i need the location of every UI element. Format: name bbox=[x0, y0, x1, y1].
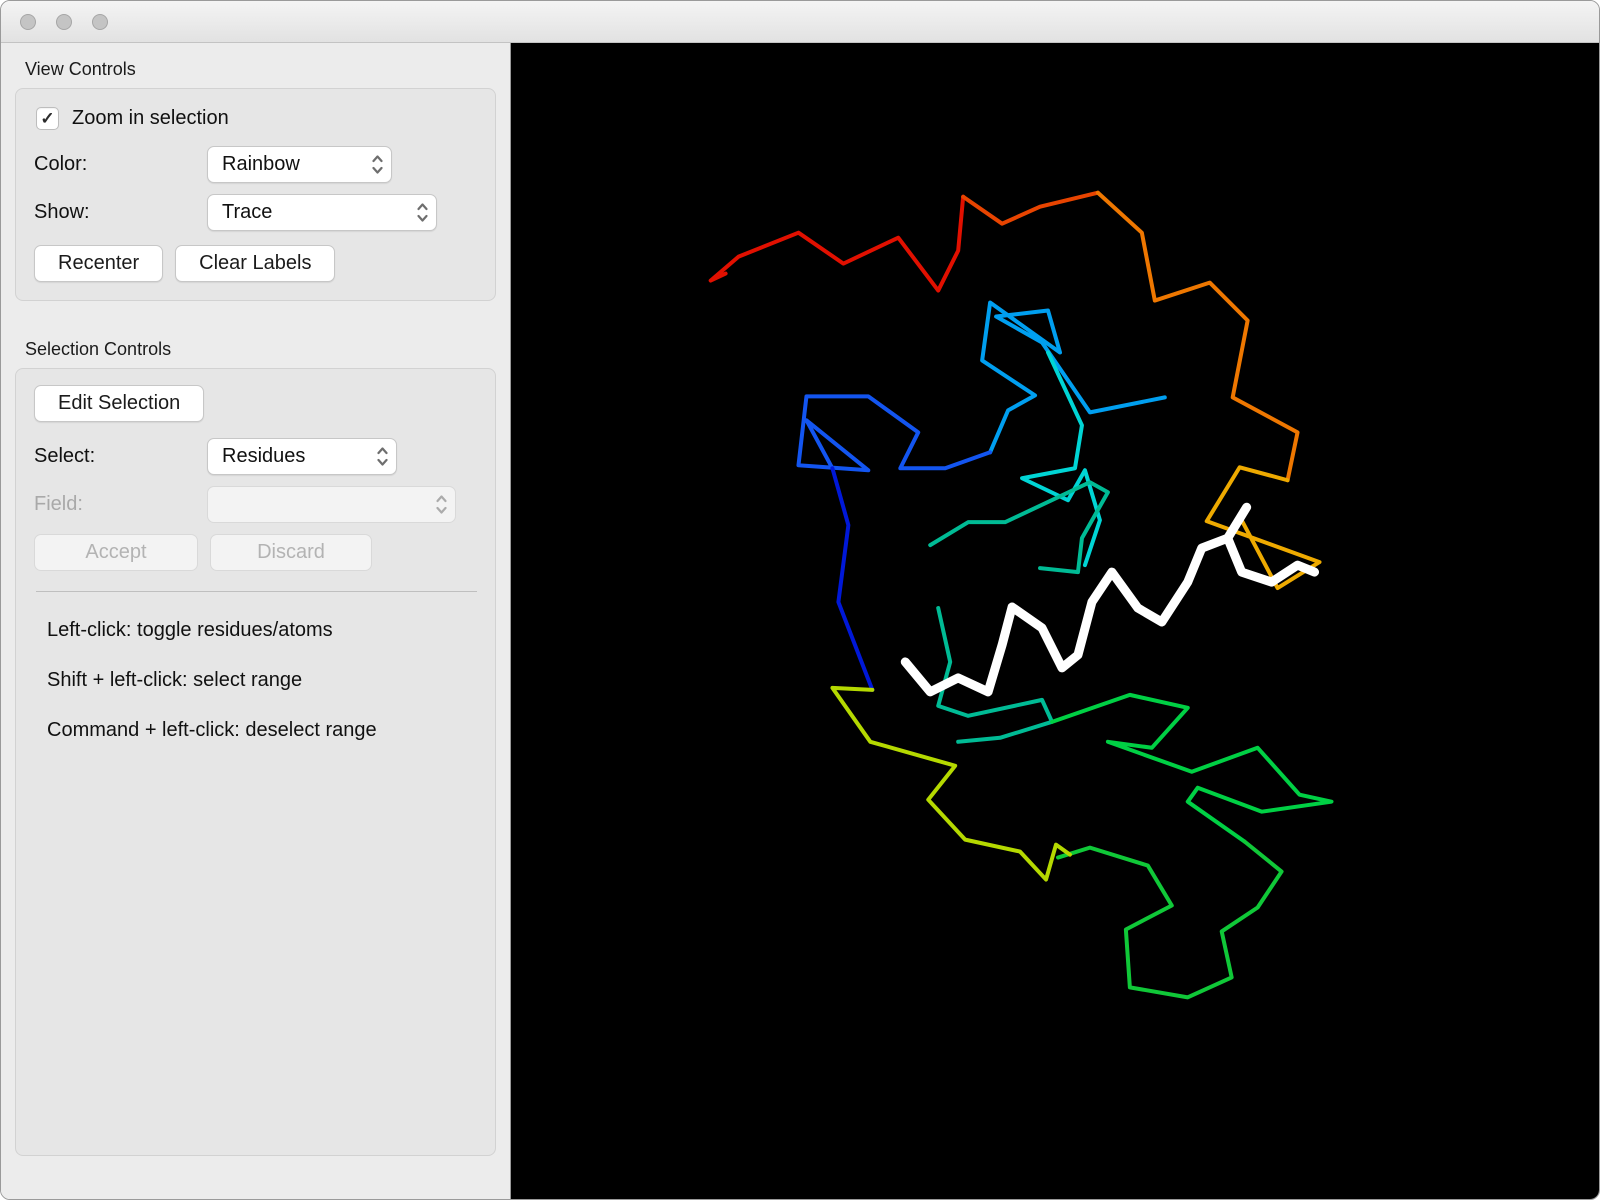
chevron-updown-icon bbox=[370, 152, 385, 177]
sidebar: View Controls ✓ Zoom in selection Color:… bbox=[1, 43, 511, 1199]
trace-segment-red-orange bbox=[961, 190, 1100, 226]
protein-trace bbox=[708, 190, 1334, 1000]
chevron-updown-icon bbox=[434, 492, 449, 517]
zoom-in-selection-checkbox[interactable]: ✓ Zoom in selection bbox=[36, 107, 479, 130]
select-dropdown-value: Residues bbox=[222, 445, 306, 467]
trace-segment-orange bbox=[1095, 190, 1300, 483]
trace-segment-blue bbox=[796, 394, 993, 473]
show-label: Show: bbox=[34, 201, 90, 223]
edit-selection-button[interactable]: Edit Selection bbox=[34, 385, 205, 422]
selection-controls-title: Selection Controls bbox=[25, 339, 172, 359]
divider bbox=[36, 591, 477, 592]
minimize-button[interactable] bbox=[56, 13, 72, 30]
trace-segment-cyan bbox=[1020, 350, 1102, 568]
view-buttons-row: Recenter Clear Labels bbox=[34, 245, 479, 282]
color-dropdown-value: Rainbow bbox=[222, 153, 300, 175]
checkbox-check-icon: ✓ bbox=[36, 107, 59, 130]
app-window: View Controls ✓ Zoom in selection Color:… bbox=[0, 0, 1600, 1200]
select-row: Select: Residues bbox=[34, 438, 479, 475]
color-row: Color: Rainbow bbox=[34, 146, 479, 183]
help-line-command-click: Command + left-click: deselect range bbox=[47, 719, 377, 741]
help-line-left-click: Left-click: toggle residues/atoms bbox=[47, 619, 333, 641]
title-bar bbox=[1, 1, 1599, 43]
accept-button: Accept bbox=[34, 534, 198, 571]
zoom-button[interactable] bbox=[92, 13, 108, 30]
window-content: View Controls ✓ Zoom in selection Color:… bbox=[1, 43, 1599, 1199]
field-row: Field: bbox=[34, 486, 479, 523]
field-dropdown bbox=[207, 486, 456, 523]
trace-segment-teal-upper bbox=[928, 480, 1110, 575]
selection-buttons-row: Accept Discard bbox=[34, 534, 479, 571]
chevron-updown-icon bbox=[415, 200, 430, 225]
close-button[interactable] bbox=[20, 13, 36, 30]
field-label: Field: bbox=[34, 493, 83, 515]
color-label: Color: bbox=[34, 153, 88, 175]
select-dropdown[interactable]: Residues bbox=[207, 438, 397, 475]
show-row: Show: Trace bbox=[34, 194, 479, 231]
trace-segment-yellow-green bbox=[830, 685, 1072, 882]
trace-segment-green-bottom bbox=[1055, 839, 1284, 1000]
trace-segment-green-mid bbox=[1050, 692, 1334, 844]
selection-controls-group: Edit Selection Select: Residues Field: A… bbox=[15, 368, 496, 1156]
show-dropdown-value: Trace bbox=[222, 201, 273, 223]
view-controls-group: ✓ Zoom in selection Color: Rainbow Show:… bbox=[15, 88, 496, 301]
show-dropdown[interactable]: Trace bbox=[207, 194, 437, 231]
select-label: Select: bbox=[34, 445, 96, 467]
help-line-shift-click: Shift + left-click: select range bbox=[47, 669, 303, 691]
trace-segment-red bbox=[708, 194, 966, 293]
trace-segment-white-highlight bbox=[900, 533, 1320, 697]
checkbox-label: Zoom in selection bbox=[72, 107, 229, 129]
trace-segment-dark-blue bbox=[830, 466, 875, 692]
clear-labels-button[interactable]: Clear Labels bbox=[175, 245, 336, 282]
discard-button: Discard bbox=[210, 534, 372, 571]
trace-segment-sky-blue bbox=[980, 300, 1167, 455]
color-dropdown[interactable]: Rainbow bbox=[207, 146, 392, 183]
recenter-button[interactable]: Recenter bbox=[34, 245, 164, 282]
chevron-updown-icon bbox=[375, 444, 390, 469]
viewport-canvas[interactable] bbox=[511, 43, 1599, 1199]
view-controls-title: View Controls bbox=[25, 59, 136, 79]
